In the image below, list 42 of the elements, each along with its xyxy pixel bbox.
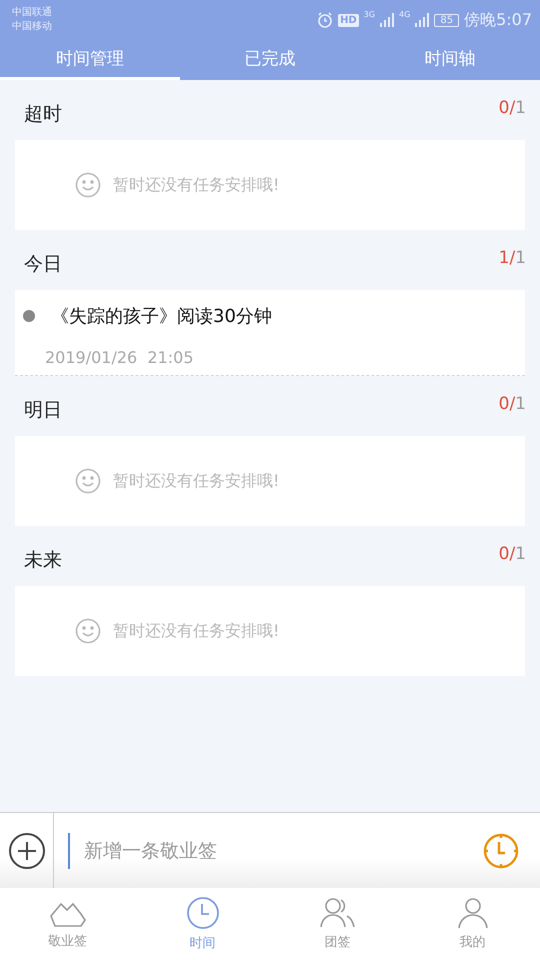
add-button[interactable] [0,813,54,888]
new-note-field[interactable]: 新增一条敬业签 [54,813,472,888]
bullet-icon [23,310,35,322]
battery-level: 85 [434,14,460,26]
task-time: 2019/01/26 21:05 [45,348,194,367]
hd-indicator: HD [338,14,359,26]
progress-count: 0/1 [498,98,526,118]
task-title: 《失踪的孩子》阅读30分钟 [51,305,272,328]
progress-count: 0/1 [498,544,526,564]
empty-message: 暂时还没有任务安排哦! [113,174,280,196]
nav-tab[interactable]: 时间 [135,888,270,960]
clock-icon [482,832,520,870]
section-title: 超时 [24,102,62,127]
smiley-icon [75,618,101,644]
network-label: 3G [364,10,376,18]
section-title: 未来 [24,548,62,573]
network-label: 4G [399,10,410,18]
clock-icon [186,896,220,930]
nav-tab[interactable]: 团签 [270,888,405,960]
signal-icon [415,13,430,27]
smiley-icon [75,468,101,494]
tab[interactable]: 已完成 [180,40,360,80]
tab[interactable]: 时间轴 [360,40,540,80]
empty-message: 暂时还没有任务安排哦! [113,620,280,642]
signal-icon [380,13,394,27]
progress-count: 0/1 [498,394,526,414]
smiley-icon [75,172,101,198]
carrier-name: 中国移动 [12,20,52,34]
section-title: 明日 [24,398,62,423]
section-title: 今日 [24,252,62,277]
empty-message: 暂时还没有任务安排哦! [113,470,280,492]
tab[interactable]: 时间管理 [0,40,180,80]
carrier-name: 中国联通 [12,6,52,20]
nav-tab[interactable]: 敬业签 [0,888,135,960]
person-icon [456,897,488,929]
plus-icon [8,832,46,870]
alarm-icon [317,12,334,28]
nav-tab[interactable]: 我的 [405,888,540,960]
group-icon [318,897,356,929]
task-card[interactable]: 《失踪的孩子》阅读30分钟 2019/01/26 21:05 [15,290,525,376]
progress-count: 1/1 [498,248,526,268]
clock-time: 傍晚5:07 [464,10,532,30]
